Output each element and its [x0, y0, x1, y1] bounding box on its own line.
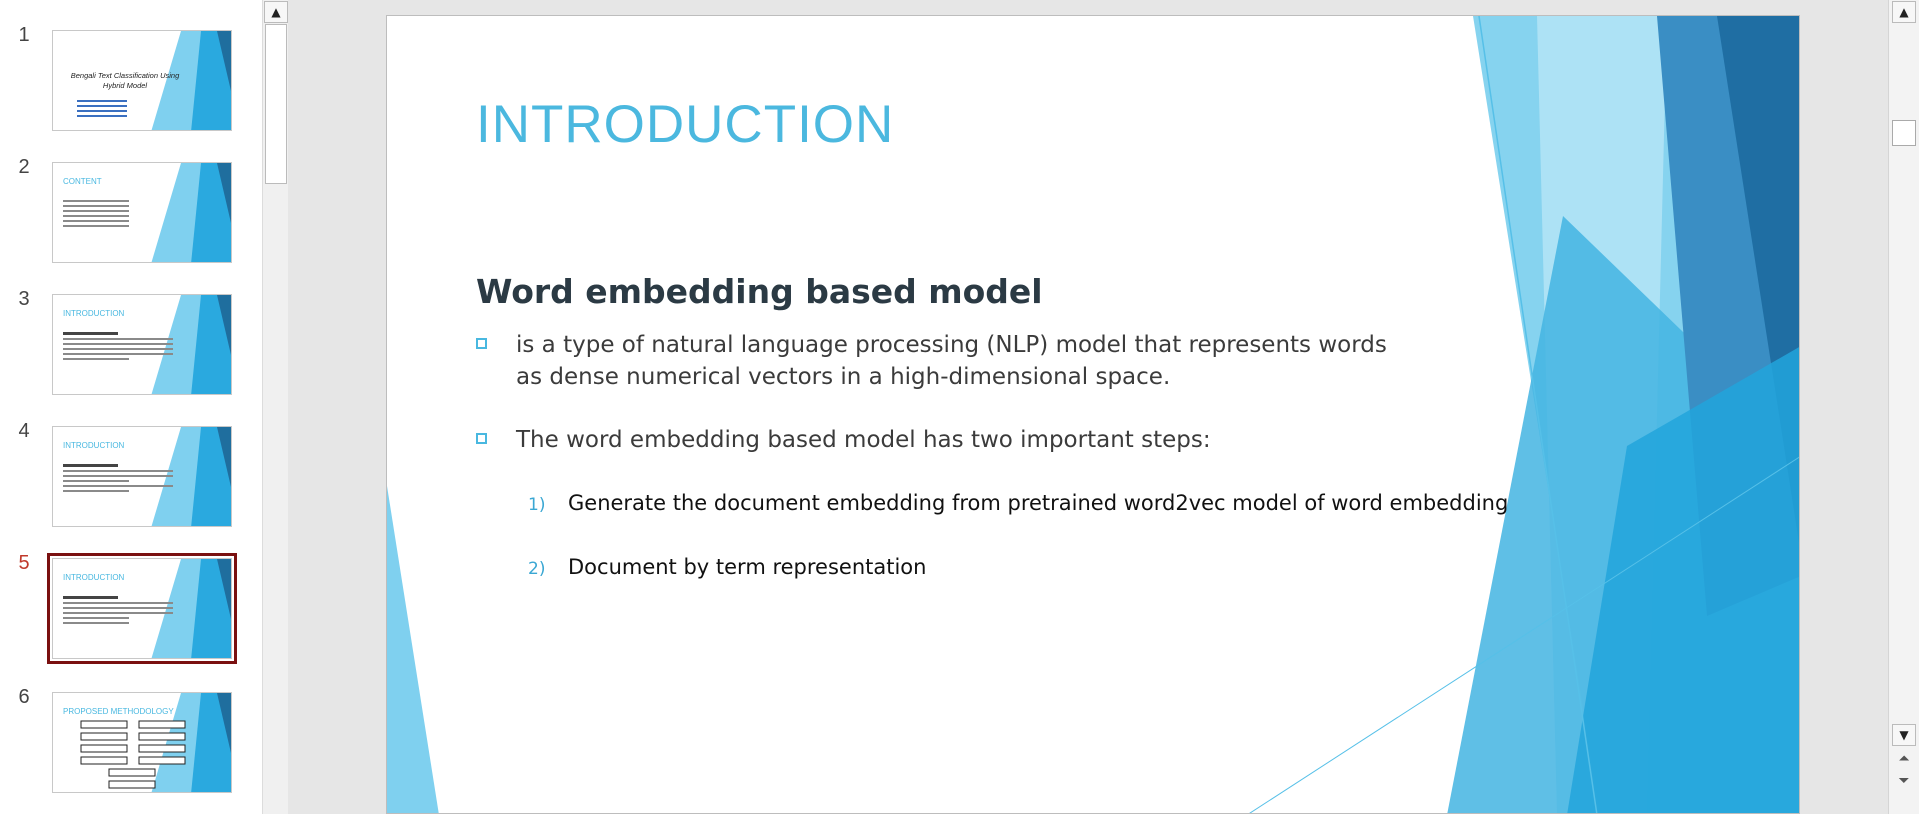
slide-editor-area: INTRODUCTION Word embedding based model … — [288, 0, 1888, 814]
slide-thumbnail[interactable]: PROPOSED METHODOLOGY — [52, 692, 232, 793]
slide-thumbnail[interactable]: CONTENT — [52, 162, 232, 263]
thumbnail-title: PROPOSED METHODOLOGY — [63, 707, 174, 716]
scroll-up-icon[interactable]: ▲ — [1892, 1, 1916, 23]
thumbnail-item-6[interactable]: 6 PROPOSED METHODOLOGY — [0, 686, 260, 806]
thumbnail-item-4[interactable]: 4 INTRODUCTION — [0, 420, 260, 540]
thumbnail-text-lines — [63, 461, 173, 495]
scroll-up-icon[interactable]: ▲ — [264, 1, 288, 23]
step-text: Generate the document embedding from pre… — [568, 491, 1509, 515]
thumbnail-number: 6 — [18, 686, 30, 708]
thumbnail-cover-title: Bengali Text Classification Using Hybrid… — [70, 71, 180, 90]
bullet-item[interactable]: is a type of natural language processing… — [476, 329, 1426, 393]
thumbnail-number: 2 — [18, 156, 30, 178]
slide-thumbnail[interactable]: INTRODUCTION — [52, 426, 232, 527]
slide-thumbnail[interactable]: Bengali Text Classification Using Hybrid… — [52, 30, 232, 131]
bullet-text: The word embedding based model has two i… — [516, 427, 1211, 453]
square-bullet-icon — [476, 338, 487, 349]
thumbnail-title: INTRODUCTION — [63, 309, 125, 318]
step-number: 1) — [528, 495, 546, 515]
thumbnail-number: 4 — [18, 420, 30, 442]
slide-title[interactable]: INTRODUCTION — [476, 94, 894, 155]
thumbnail-title: INTRODUCTION — [63, 441, 125, 450]
thumbnail-flowchart-graphic — [80, 720, 186, 789]
thumbnail-item-2[interactable]: 2 CONTENT — [0, 156, 260, 276]
step-number: 2) — [528, 559, 546, 579]
slide-heading[interactable]: Word embedding based model — [476, 272, 1043, 311]
thumbnail-text-lines — [63, 329, 173, 363]
thumbnail-number: 5 — [18, 552, 30, 574]
next-slide-icon[interactable]: ⏷ — [1894, 772, 1914, 792]
bullet-item[interactable]: The word embedding based model has two i… — [476, 424, 1426, 456]
thumbnail-text-lines — [63, 197, 173, 230]
thumbnail-number: 1 — [18, 24, 30, 46]
slide-thumbnail-selected[interactable]: INTRODUCTION — [47, 553, 237, 664]
thumbnail-number: 3 — [18, 288, 30, 310]
scroll-down-icon[interactable]: ▼ — [1892, 724, 1916, 746]
slide-thumbnail-pane: 1 Bengali Text Classification Using Hybr… — [0, 0, 289, 814]
thumbnail-item-3[interactable]: 3 INTRODUCTION — [0, 288, 260, 408]
slide-thumbnail[interactable]: INTRODUCTION — [52, 294, 232, 395]
thumbnail-title: CONTENT — [63, 177, 102, 186]
thumbnail-text-lines — [63, 593, 173, 627]
thumbnail-scrollbar-thumb[interactable] — [265, 24, 287, 184]
square-bullet-icon — [476, 433, 487, 444]
thumbnail-item-1[interactable]: 1 Bengali Text Classification Using Hybr… — [0, 24, 260, 144]
thumbnail-item-5[interactable]: 5 INTRODUCTION — [0, 552, 260, 672]
thumbnail-scrollbar[interactable]: ▲ — [262, 0, 289, 814]
bullet-text: is a type of natural language processing… — [516, 332, 1387, 390]
previous-slide-icon[interactable]: ⏶ — [1894, 750, 1914, 770]
thumbnail-title: INTRODUCTION — [63, 573, 125, 582]
slide-vertical-scrollbar[interactable]: ▲ ▼ ⏶ ⏷ — [1888, 0, 1919, 814]
slide-canvas[interactable]: INTRODUCTION Word embedding based model … — [386, 15, 1800, 814]
step-text: Document by term representation — [568, 555, 927, 579]
slide-scrollbar-thumb[interactable] — [1892, 120, 1916, 146]
thumbnail-cover-lines — [77, 97, 127, 120]
